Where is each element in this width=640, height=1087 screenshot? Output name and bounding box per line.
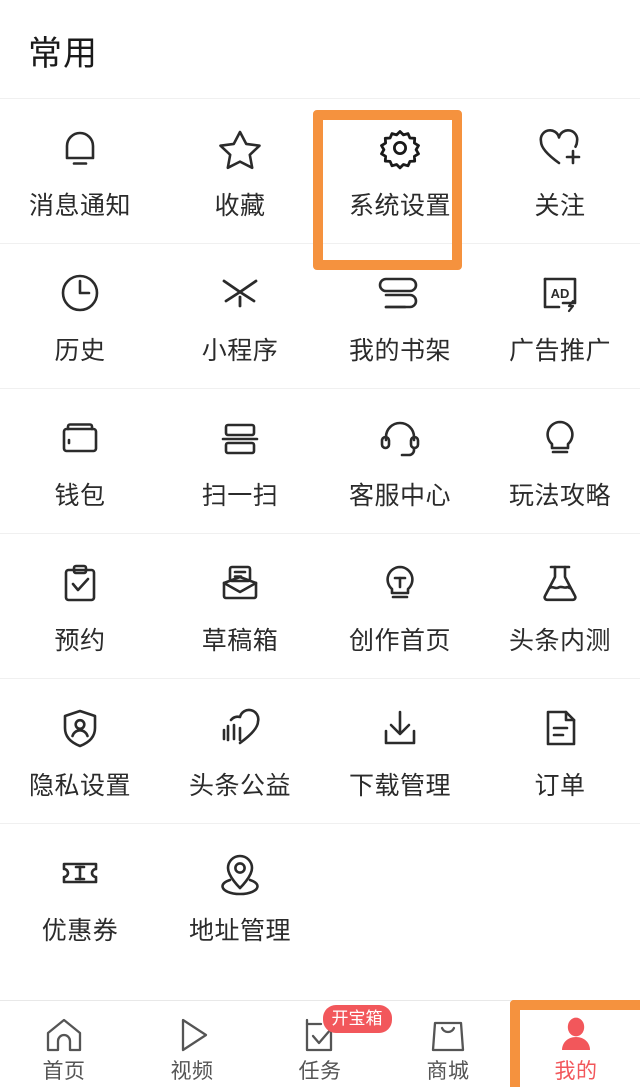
heart-plus-icon: [533, 121, 587, 175]
grid-item-label: 地址管理: [188, 917, 291, 945]
tab-tasks[interactable]: 开宝箱 任务: [256, 1001, 392, 1087]
grid-item-label: 创作首页: [348, 627, 451, 655]
grid-item-coupons[interactable]: 优惠券: [0, 824, 160, 969]
flask-icon: [533, 556, 587, 610]
mobile-profile-menu-screen: 常用 消息通知 收藏 系统设置 关注 历史 小程序 我的书架 AD 广告推广 钱…: [0, 0, 640, 1087]
tab-label: 视频: [170, 1060, 214, 1083]
grid-item-label: 头条公益: [188, 772, 291, 800]
location-pin-icon: [213, 846, 267, 900]
grid-item-gameplay-guide[interactable]: 玩法攻略: [480, 389, 640, 534]
grid-item-label: 广告推广: [508, 337, 611, 365]
grid-item-history[interactable]: 历史: [0, 244, 160, 389]
grid-item-charity[interactable]: 头条公益: [160, 679, 320, 824]
grid-item-creator-home[interactable]: 创作首页: [320, 534, 480, 679]
scan-icon: [213, 411, 267, 465]
grid-item-label: 消息通知: [28, 192, 131, 220]
grid-item-beta-test[interactable]: 头条内测: [480, 534, 640, 679]
grid-item-label: 扫一扫: [201, 482, 279, 510]
gear-icon: [373, 121, 427, 175]
grid-item-label: 玩法攻略: [508, 482, 611, 510]
grid-item-scan[interactable]: 扫一扫: [160, 389, 320, 534]
charity-heart-icon: [213, 701, 267, 755]
grid-item-label: 客服中心: [348, 482, 451, 510]
grid-item-mini-program[interactable]: 小程序: [160, 244, 320, 389]
tab-profile[interactable]: 我的: [512, 1001, 640, 1087]
grid-item-label: 隐私设置: [28, 772, 131, 800]
lightbulb-icon: [533, 411, 587, 465]
grid-row: 消息通知 收藏 系统设置 关注: [0, 98, 640, 243]
grid-row: 历史 小程序 我的书架 AD 广告推广: [0, 243, 640, 388]
grid-item-my-bookshelf[interactable]: 我的书架: [320, 244, 480, 389]
grid-item-privacy-settings[interactable]: 隐私设置: [0, 679, 160, 824]
grid-item-label: 下载管理: [348, 772, 451, 800]
tab-home[interactable]: 首页: [0, 1001, 128, 1087]
grid-row: 预约 草稿箱 创作首页 头条内测: [0, 533, 640, 678]
ad-icon: AD: [533, 266, 587, 320]
grid-item-label: 关注: [534, 192, 586, 220]
grid-item-label: 草稿箱: [201, 627, 279, 655]
grid-item-label: 收藏: [214, 192, 266, 220]
grid-item-system-settings[interactable]: 系统设置: [320, 99, 480, 244]
grid-item-appointment[interactable]: 预约: [0, 534, 160, 679]
svg-text:AD: AD: [551, 286, 570, 301]
tab-badge-treasure-box[interactable]: 开宝箱: [322, 1005, 392, 1033]
clipboard-check-icon: [53, 556, 107, 610]
tab-label: 商城: [426, 1060, 470, 1083]
grid-item-drafts[interactable]: 草稿箱: [160, 534, 320, 679]
shopping-bag-icon: [426, 1013, 470, 1057]
grid-row: 钱包 扫一扫 客服中心 玩法攻略: [0, 388, 640, 533]
tab-label: 任务: [298, 1060, 342, 1083]
document-icon: [533, 701, 587, 755]
grid-item-orders[interactable]: 订单: [480, 679, 640, 824]
headset-icon: [373, 411, 427, 465]
shortcut-grid: 消息通知 收藏 系统设置 关注 历史 小程序 我的书架 AD 广告推广 钱包 扫…: [0, 98, 640, 968]
grid-item-download-manager[interactable]: 下载管理: [320, 679, 480, 824]
lightbulb-text-icon: [373, 556, 427, 610]
tab-mall[interactable]: 商城: [384, 1001, 512, 1087]
bookshelf-icon: [373, 266, 427, 320]
clock-icon: [53, 266, 107, 320]
play-icon: [170, 1013, 214, 1057]
section-title: 常用: [28, 35, 98, 73]
grid-item-label: 系统设置: [348, 192, 451, 220]
draft-inbox-icon: [213, 556, 267, 610]
tab-label: 首页: [42, 1060, 86, 1083]
grid-item-address-management[interactable]: 地址管理: [160, 824, 320, 969]
grid-item-label: 头条内测: [508, 627, 611, 655]
grid-item-label: 订单: [534, 772, 586, 800]
tab-video[interactable]: 视频: [128, 1001, 256, 1087]
wallet-icon: [53, 411, 107, 465]
shield-person-icon: [53, 701, 107, 755]
grid-item-message-notification[interactable]: 消息通知: [0, 99, 160, 244]
grid-row: 隐私设置 头条公益 下载管理 订单: [0, 678, 640, 823]
grid-item-label: 钱包: [54, 482, 106, 510]
home-icon: [42, 1013, 86, 1057]
bell-icon: [53, 121, 107, 175]
coupon-icon: [53, 846, 107, 900]
grid-item-follow[interactable]: 关注: [480, 99, 640, 244]
bottom-tab-bar: 首页 视频 开宝箱 任务 商城 我的: [0, 1000, 640, 1087]
grid-item-label: 预约: [54, 627, 106, 655]
grid-item-ad-promotion[interactable]: AD 广告推广: [480, 244, 640, 389]
download-icon: [373, 701, 427, 755]
grid-row: 优惠券 地址管理: [0, 823, 640, 968]
person-icon: [554, 1013, 598, 1057]
star-icon: [213, 121, 267, 175]
tab-label: 我的: [554, 1060, 598, 1083]
mini-program-icon: [213, 266, 267, 320]
grid-item-label: 小程序: [201, 337, 279, 365]
grid-item-label: 我的书架: [348, 337, 451, 365]
grid-item-label: 历史: [54, 337, 106, 365]
grid-item-customer-service[interactable]: 客服中心: [320, 389, 480, 534]
grid-item-label: 优惠券: [41, 917, 119, 945]
grid-item-favorites[interactable]: 收藏: [160, 99, 320, 244]
grid-item-wallet[interactable]: 钱包: [0, 389, 160, 534]
